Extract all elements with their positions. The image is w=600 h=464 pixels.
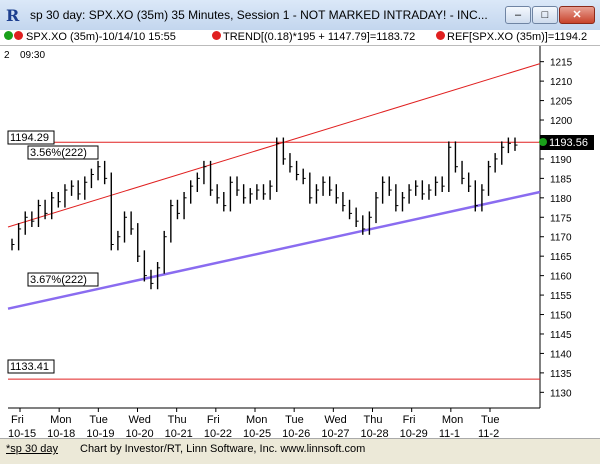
y-tick-label: 1215 [550,58,573,69]
x-date-label: 10-21 [165,428,193,438]
y-tick-label: 1135 [550,369,572,380]
window-titlebar: R sp 30 day: SPX.XO (35m) 35 Minutes, Se… [0,0,600,31]
x-date-label: 10-20 [126,428,154,438]
legend-series[interactable]: SPX.XO (35m)-10/14/10 15:55 [26,31,176,43]
y-tick-label: 1165 [550,252,572,263]
y-tick-label: 1170 [550,233,572,244]
x-date-label: 10-29 [400,428,428,438]
x-day-label: Mon [442,414,463,426]
chart-header-left: 2 [4,50,10,61]
x-date-label: 10-22 [204,428,232,438]
bottom-price-label: 1133.41 [10,361,49,373]
y-axis-ticks: 1130 1135 1140 1145 1150 1155 1160 1165 1170 1175… [540,58,573,399]
x-day-label: Tue [285,414,304,426]
x-date-label: 10-26 [282,428,310,438]
legend-ref[interactable]: REF[SPX.XO (35m)]=1194.2 [447,31,587,43]
x-date-label: 11-2 [478,428,499,438]
trend-dot-icon [212,31,221,40]
x-date-label: 10-25 [243,428,271,438]
price-chart[interactable]: 2 09:30 1130 1135 1140 1145 1150 1155 1160 1165… [0,46,600,440]
last-price-label: 1193.56 [549,137,588,149]
last-price-marker-icon [539,138,547,146]
y-tick-label: 1200 [550,116,573,127]
x-day-label: Fri [403,414,416,426]
minimize-button[interactable]: – [505,6,531,24]
y-tick-label: 1140 [550,349,572,360]
green-dot-icon [4,31,13,40]
lower-channel-line [7,190,541,310]
trend-channels [7,63,541,310]
x-date-label: 10-18 [47,428,75,438]
x-day-label: Fri [207,414,220,426]
pct-upper-label: 3.56%(222) [30,147,87,159]
close-button[interactable]: ✕ [559,6,595,24]
status-bar: *sp 30 day Chart by Investor/RT, Linn So… [0,438,600,464]
chart-legend-bar: SPX.XO (35m)-10/14/10 15:55 TREND[(0.18)… [0,30,600,46]
horizontal-lines [8,141,540,380]
x-day-label: Fri [11,414,24,426]
x-axis-day-labels: Fri 10-15 Mon 10-18 Tue 10-19 Wed 10-20 Thu 10-21… [8,408,500,440]
x-date-label: 10-27 [321,428,349,438]
x-day-label: Mon [246,414,267,426]
upper-channel-line [7,63,541,228]
window-title: sp 30 day: SPX.XO (35m) 35 Minutes, Sess… [30,8,488,22]
y-tick-label: 1145 [550,330,572,341]
red-dot-icon [14,31,23,40]
x-day-label: Tue [89,414,108,426]
y-tick-label: 1210 [550,77,573,88]
y-tick-label: 1185 [550,174,572,185]
ref-dot-icon [436,31,445,40]
y-tick-label: 1160 [550,272,572,283]
y-tick-label: 1175 [550,213,572,224]
x-day-label: Wed [129,414,151,426]
y-tick-label: 1205 [550,97,573,108]
x-day-label: Wed [324,414,346,426]
x-date-label: 10-28 [361,428,389,438]
x-date-label: 11-1 [439,428,460,438]
x-day-label: Thu [364,414,383,426]
x-day-label: Thu [168,414,187,426]
y-tick-label: 1130 [550,388,572,399]
x-date-label: 10-15 [8,428,36,438]
chart-tab[interactable]: *sp 30 day [6,443,58,455]
chart-svg: 2 09:30 1130 1135 1140 1145 1150 1155 1160 1165… [4,46,594,440]
y-tick-label: 1180 [550,194,572,205]
pct-lower-label: 3.67%(222) [30,274,87,286]
legend-trend[interactable]: TREND[(0.18)*195 + 1147.79]=1183.72 [223,31,415,43]
x-day-label: Mon [50,414,71,426]
app-logo-icon: R [6,6,20,25]
y-tick-label: 1150 [550,311,572,322]
y-tick-label: 1155 [550,291,572,302]
maximize-button[interactable]: □ [532,6,558,24]
x-date-label: 10-19 [86,428,114,438]
chart-header-time: 09:30 [20,50,45,61]
credit-text: Chart by Investor/RT, Linn Software, Inc… [80,443,366,455]
x-day-label: Tue [481,414,500,426]
y-tick-label: 1190 [550,155,572,166]
ref-price-label: 1194.29 [10,132,49,144]
